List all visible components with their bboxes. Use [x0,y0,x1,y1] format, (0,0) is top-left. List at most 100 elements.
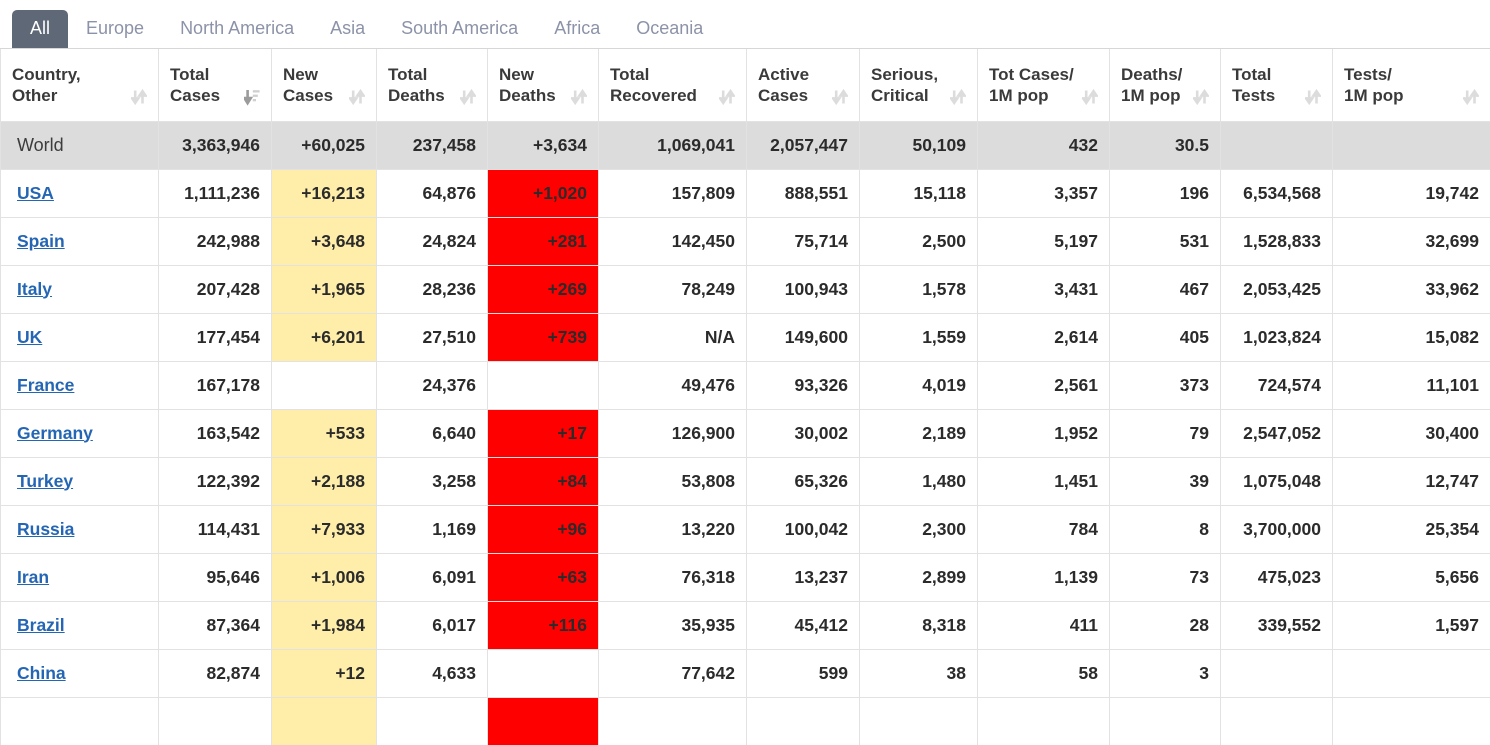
cell-active-cases: 2,057,447 [747,121,860,169]
cell-new-deaths: +281 [488,217,599,265]
sort-both-icon[interactable] [460,87,476,107]
column-header-total-cases[interactable]: Total Cases [159,49,272,121]
column-header-total-recovered[interactable]: Total Recovered [599,49,747,121]
cell-deaths-per-1m: 196 [1110,169,1221,217]
country-link[interactable]: Iran [17,567,49,587]
sort-both-icon[interactable] [131,87,147,107]
cell-cases-per-1m: 2,561 [978,361,1110,409]
country-link[interactable]: Italy [17,279,52,299]
cell-country: Germany [1,409,159,457]
column-header-cases-per-1m[interactable]: Tot Cases/ 1M pop [978,49,1110,121]
tab-europe[interactable]: Europe [68,10,162,48]
tab-north-america[interactable]: North America [162,10,312,48]
cell-total-recovered: 142,450 [599,217,747,265]
country-link[interactable]: Spain [17,231,65,251]
cell-cases-per-1m: 58 [978,649,1110,697]
sort-both-icon[interactable] [1305,87,1321,107]
cell-total-cases: 114,431 [159,505,272,553]
cell-serious-critical: 2,899 [860,553,978,601]
cell-cases-per-1m: 3,357 [978,169,1110,217]
country-link[interactable]: Turkey [17,471,73,491]
cell-total-tests: 2,053,425 [1221,265,1333,313]
sort-amount-desc-icon[interactable] [244,87,260,107]
cell-total-tests: 3,700,000 [1221,505,1333,553]
cell-cases-per-1m: 432 [978,121,1110,169]
cell-cases-per-1m: 1,952 [978,409,1110,457]
column-header-new-cases[interactable]: New Cases [272,49,377,121]
cell-serious-critical: 2,300 [860,505,978,553]
cell-total-recovered: 49,476 [599,361,747,409]
country-link[interactable]: Brazil [17,615,65,635]
tab-all[interactable]: All [12,10,68,48]
cell-total-tests: 6,534,568 [1221,169,1333,217]
cell-total-cases: 3,363,946 [159,121,272,169]
cell-total-tests [1221,649,1333,697]
cell-total-cases: 163,542 [159,409,272,457]
sort-both-icon[interactable] [1082,87,1098,107]
cell-total-cases: 242,988 [159,217,272,265]
column-header-active-cases[interactable]: Active Cases [747,49,860,121]
cell-cases-per-1m: 411 [978,601,1110,649]
cell-deaths-per-1m: 3 [1110,649,1221,697]
cell-total-cases: 177,454 [159,313,272,361]
cell-new-deaths: +96 [488,505,599,553]
column-header-country[interactable]: Country, Other [1,49,159,121]
cell-serious-critical: 1,578 [860,265,978,313]
column-header-active-cases-label: Active Cases [758,64,809,106]
table-header: Country, Other Total Cases New Cases [1,49,1490,121]
column-header-total-deaths-label: Total Deaths [388,64,445,106]
tab-oceania[interactable]: Oceania [618,10,721,48]
country-link[interactable]: UK [17,327,42,347]
column-header-total-tests[interactable]: Total Tests [1221,49,1333,121]
cell-total-tests: 724,574 [1221,361,1333,409]
cell-country: World [1,121,159,169]
cell-total-deaths: 1,169 [377,505,488,553]
column-header-total-tests-label: Total Tests [1232,64,1275,106]
sort-both-icon[interactable] [349,87,365,107]
tab-europe-label: Europe [86,18,144,38]
tab-south-america[interactable]: South America [383,10,536,48]
column-header-deaths-per-1m[interactable]: Deaths/ 1M pop [1110,49,1221,121]
cell-total-recovered: N/A [599,313,747,361]
column-header-tests-per-1m[interactable]: Tests/ 1M pop [1333,49,1490,121]
country-link[interactable]: USA [17,183,54,203]
sort-both-icon[interactable] [950,87,966,107]
country-link[interactable]: China [17,663,66,683]
column-header-new-deaths-label: New Deaths [499,64,556,106]
column-header-serious-critical[interactable]: Serious, Critical [860,49,978,121]
sort-both-icon[interactable] [719,87,735,107]
column-header-country-label: Country, Other [12,64,81,106]
tab-south-america-label: South America [401,18,518,38]
cell-partial [860,697,978,745]
cell-total-tests: 2,547,052 [1221,409,1333,457]
column-header-total-recovered-label: Total Recovered [610,64,697,106]
cell-total-recovered: 13,220 [599,505,747,553]
cell-total-recovered: 157,809 [599,169,747,217]
column-header-new-deaths[interactable]: New Deaths [488,49,599,121]
cell-new-cases: +1,006 [272,553,377,601]
cell-new-deaths [488,649,599,697]
table-body: World3,363,946+60,025237,458+3,6341,069,… [1,121,1490,745]
cell-partial [747,697,860,745]
table-row: Brazil87,364+1,9846,017+11635,93545,4128… [1,601,1490,649]
cell-deaths-per-1m: 373 [1110,361,1221,409]
column-header-total-deaths[interactable]: Total Deaths [377,49,488,121]
cell-total-recovered: 35,935 [599,601,747,649]
sort-both-icon[interactable] [1193,87,1209,107]
country-link[interactable]: France [17,375,74,395]
sort-both-icon[interactable] [571,87,587,107]
world-total-row: World3,363,946+60,025237,458+3,6341,069,… [1,121,1490,169]
cell-new-deaths: +739 [488,313,599,361]
sort-both-icon[interactable] [1463,87,1479,107]
cell-country: Turkey [1,457,159,505]
country-link[interactable]: Russia [17,519,74,539]
cell-total-recovered: 78,249 [599,265,747,313]
cell-total-cases: 122,392 [159,457,272,505]
sort-both-icon[interactable] [832,87,848,107]
country-link[interactable]: Germany [17,423,93,443]
tab-asia[interactable]: Asia [312,10,383,48]
tab-africa[interactable]: Africa [536,10,618,48]
column-header-cases-per-1m-label: Tot Cases/ 1M pop [989,64,1074,106]
cell-deaths-per-1m: 28 [1110,601,1221,649]
cell-serious-critical: 4,019 [860,361,978,409]
